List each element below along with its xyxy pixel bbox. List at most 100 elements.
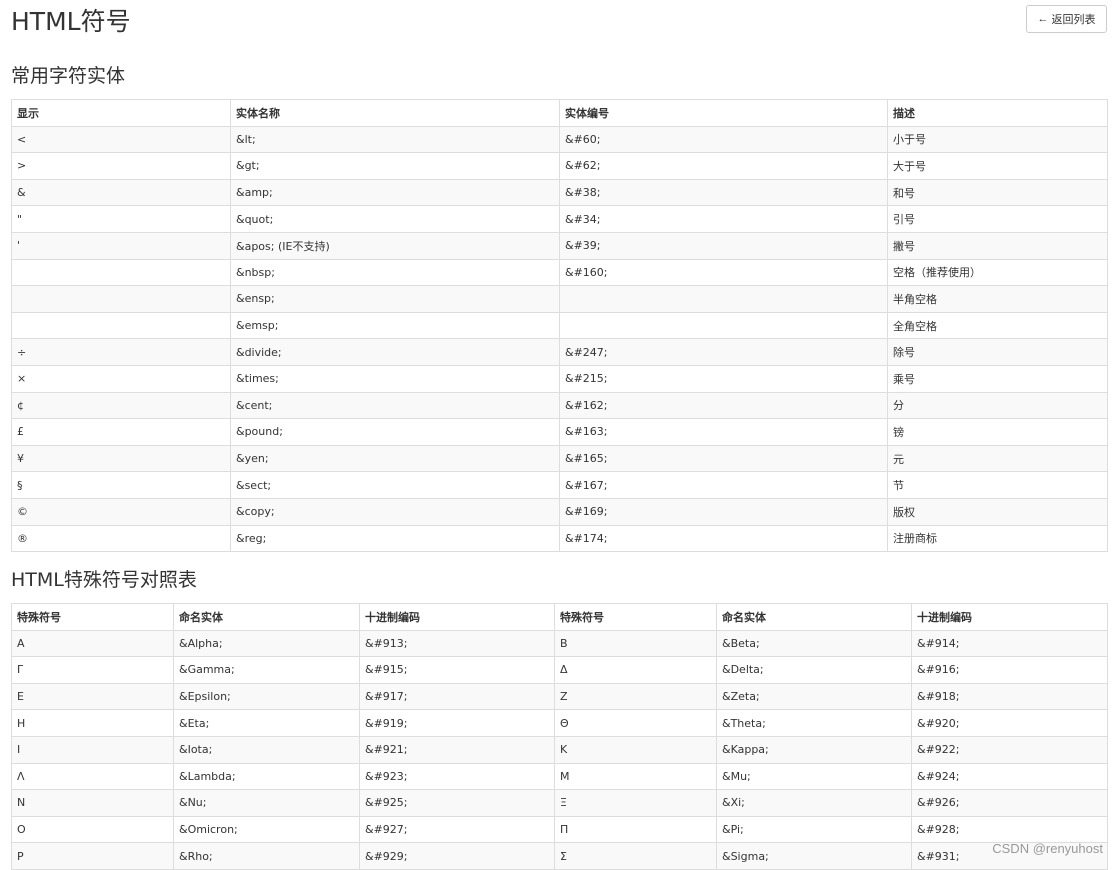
table-cell: &Theta; (716, 709, 912, 737)
table-cell: Μ (554, 762, 717, 791)
table-cell: &copy; (230, 497, 560, 526)
table-row: ¥ &yen; &#165; 元 (11, 444, 1108, 473)
table-cell: § (11, 471, 231, 499)
table-cell: &#34; (559, 205, 888, 233)
table-cell: &yen; (230, 444, 560, 473)
table-cell: &#162; (559, 391, 888, 420)
table-cell: &Delta; (716, 656, 912, 684)
table-cell: &times; (230, 364, 560, 393)
table-row: ÷ &divide; &#247; 除号 (11, 338, 1108, 366)
greek-section-title: HTML特殊符号对照表 (11, 569, 197, 591)
table-row: § &sect; &#167; 节 (11, 471, 1108, 499)
table-cell: &#920; (911, 709, 1108, 737)
table-cell: &#167; (559, 471, 888, 499)
watermark: CSDN @renyuhost (992, 841, 1103, 856)
table-cell: &Gamma; (173, 656, 360, 684)
table-cell: &Xi; (716, 789, 912, 817)
table-cell: Ρ (11, 842, 174, 870)
entities-table-body: < &lt; &#60; 小于号 > &gt; &#62; 大于号 & &amp; &#38; 和号 "… (11, 125, 1108, 553)
table-cell: &#174; (559, 524, 888, 553)
table-cell: &Lambda; (173, 762, 360, 791)
entities-table-head: 显示 实体名称 实体编号 描述 (11, 99, 1108, 127)
table-cell: &quot; (230, 205, 560, 233)
greek-column-header: 十进制编码 (359, 603, 555, 631)
table-cell: 小于号 (887, 125, 1108, 154)
table-cell: &#163; (559, 418, 888, 446)
table-cell: 撇号 (887, 231, 1108, 260)
table-row: & &amp; &#38; 和号 (11, 178, 1108, 207)
table-cell: 大于号 (887, 152, 1108, 180)
table-cell: &Zeta; (716, 682, 912, 711)
back-to-list-button[interactable]: ← 返回列表 (1026, 5, 1107, 33)
table-cell: £ (11, 418, 231, 446)
table-cell: &apos; (IE不支持) (230, 231, 560, 260)
table-cell: × (11, 364, 231, 393)
table-cell (559, 311, 888, 340)
table-cell: Σ (554, 842, 717, 870)
table-cell: &#169; (559, 497, 888, 526)
table-cell: Α (11, 629, 174, 658)
table-cell: &Kappa; (716, 735, 912, 764)
table-row: ¢ &cent; &#162; 分 (11, 391, 1108, 420)
table-cell: 镑 (887, 418, 1108, 446)
table-cell: Δ (554, 656, 717, 684)
table-cell: &Mu; (716, 762, 912, 791)
table-cell: & (11, 178, 231, 207)
greek-column-header: 命名实体 (173, 603, 360, 631)
table-row: × &times; &#215; 乘号 (11, 364, 1108, 393)
table-cell: &divide; (230, 338, 560, 366)
back-button-label: 返回列表 (1051, 14, 1096, 26)
table-cell: &#165; (559, 444, 888, 473)
table-cell (559, 285, 888, 313)
table-cell: Ζ (554, 682, 717, 711)
table-cell: &#927; (359, 815, 555, 844)
table-cell: 和号 (887, 178, 1108, 207)
table-cell: 乘号 (887, 364, 1108, 393)
arrow-left-icon: ← (1037, 12, 1049, 25)
table-cell: &cent; (230, 391, 560, 420)
table-row: " &quot; &#34; 引号 (11, 205, 1108, 233)
page-title: HTML符号 (11, 7, 131, 36)
entities-column-header: 描述 (887, 99, 1108, 127)
table-cell: &Rho; (173, 842, 360, 870)
table-cell: ¥ (11, 444, 231, 473)
table-row: &nbsp; &#160; 空格（推荐使用） (11, 258, 1108, 287)
table-cell: &Sigma; (716, 842, 912, 870)
table-cell: Ι (11, 735, 174, 764)
table-row: &emsp; 全角空格 (11, 311, 1108, 340)
greek-table: 特殊符号 命名实体 十进制编码 特殊符号 命名实体 十进制编码 Α &Alpha; &#913… (11, 603, 1108, 870)
greek-column-header: 十进制编码 (911, 603, 1108, 631)
table-cell: ÷ (11, 338, 231, 366)
table-cell: &#914; (911, 629, 1108, 658)
table-row: Ν &Nu; &#925; Ξ &Xi; &#926; (11, 789, 1108, 817)
table-cell: &#916; (911, 656, 1108, 684)
table-cell: 注册商标 (887, 524, 1108, 553)
table-cell: 元 (887, 444, 1108, 473)
table-row: Α &Alpha; &#913; Β &Beta; &#914; (11, 629, 1108, 658)
table-cell: &#926; (911, 789, 1108, 817)
table-cell: Ν (11, 789, 174, 817)
table-cell: &#38; (559, 178, 888, 207)
greek-column-header: 特殊符号 (11, 603, 174, 631)
entities-section-title: 常用字符实体 (11, 65, 126, 87)
table-cell (11, 311, 231, 340)
table-row: Η &Eta; &#919; Θ &Theta; &#920; (11, 709, 1108, 737)
table-cell: &#39; (559, 231, 888, 260)
table-cell (11, 285, 231, 313)
table-cell: Θ (554, 709, 717, 737)
table-cell: &#62; (559, 152, 888, 180)
table-cell: &#915; (359, 656, 555, 684)
table-cell: &#60; (559, 125, 888, 154)
table-cell: &#929; (359, 842, 555, 870)
table-cell: &#923; (359, 762, 555, 791)
table-cell: &pound; (230, 418, 560, 446)
table-cell: &#922; (911, 735, 1108, 764)
table-cell: &emsp; (230, 311, 560, 340)
table-cell: &nbsp; (230, 258, 560, 287)
table-cell: Β (554, 629, 717, 658)
table-cell: Κ (554, 735, 717, 764)
table-cell: 节 (887, 471, 1108, 499)
table-cell: &#917; (359, 682, 555, 711)
table-cell: &#919; (359, 709, 555, 737)
greek-table-head: 特殊符号 命名实体 十进制编码 特殊符号 命名实体 十进制编码 (11, 603, 1108, 631)
